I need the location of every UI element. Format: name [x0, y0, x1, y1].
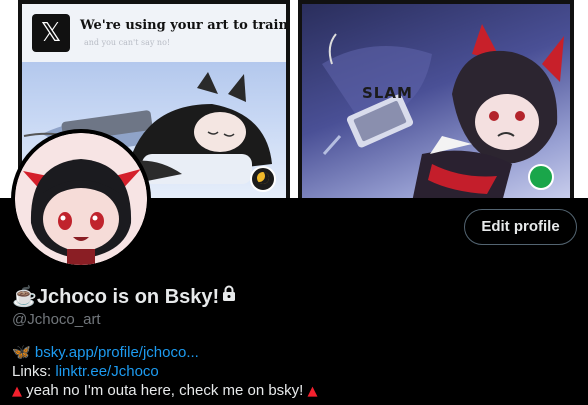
linktree-link[interactable]: linktr.ee/Jchoco: [55, 363, 158, 380]
bio-line-message: ▲ yeah no I'm outa here, check me on bsk…: [12, 381, 318, 401]
bsky-profile-link[interactable]: bsky.app/profile/jchoco...: [35, 344, 199, 361]
avatar-illustration: [15, 133, 147, 265]
profile-bio: 🦋 bsky.app/profile/jchoco... Links: link…: [12, 343, 318, 401]
profile-handle: @Jchoco_art: [12, 311, 101, 328]
lock-icon: [223, 285, 235, 301]
slam-sound-effect: SLAM: [362, 84, 413, 102]
green-dot-icon: [528, 164, 554, 190]
banner-comic-panel-right: SLAM: [298, 0, 574, 198]
triangle-marker-icon: ▲: [307, 384, 318, 399]
bio-line-links: Links: linktr.ee/Jchoco: [12, 362, 318, 381]
profile-display-name: ☕Jchoco is on Bsky!: [12, 286, 220, 308]
bio-line-bsky: 🦋 bsky.app/profile/jchoco...: [12, 343, 318, 362]
bio-message: yeah no I'm outa here, check me on bsky!: [26, 382, 304, 399]
moon-icon: [250, 166, 276, 192]
butterfly-icon: 🦋: [12, 344, 31, 361]
triangle-marker-icon: ▲: [12, 384, 22, 399]
links-label: Links:: [12, 363, 52, 380]
profile-avatar[interactable]: [11, 129, 151, 269]
edit-profile-button[interactable]: Edit profile: [464, 209, 577, 245]
